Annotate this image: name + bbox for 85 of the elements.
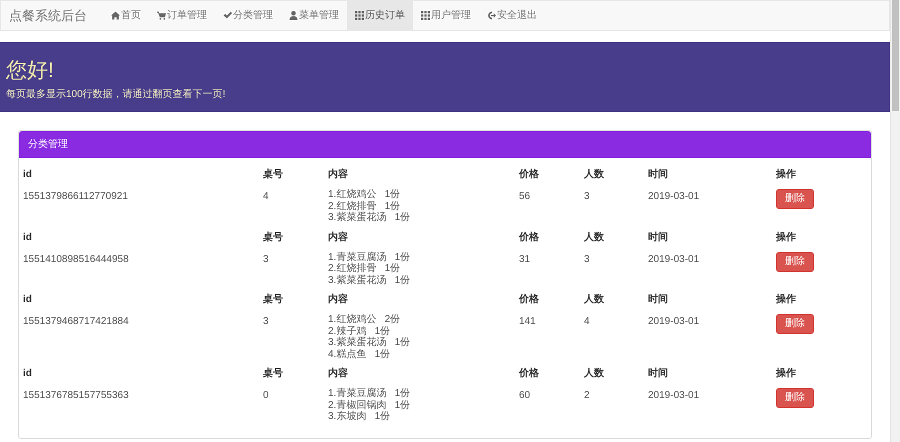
column-header: 时间 [648,230,669,244]
delete-button[interactable]: 删除 [776,314,814,334]
column-header: id [23,293,33,307]
user-icon [289,11,298,20]
order-item: 3.东坡肉 1份 [328,411,392,422]
column-header: 桌号 [263,230,284,244]
nav-link[interactable]: 用户管理 [413,1,479,30]
column-header: 操作 [776,168,797,182]
column-header: 操作 [776,230,797,244]
order-item: 1.青菜豆腐汤 1份 [328,388,412,400]
scrollbar[interactable] [890,0,900,442]
column-header: 时间 [648,168,669,182]
order-item: 1.红烧鸡公 2份 [328,314,402,326]
column-header: 时间 [648,292,669,307]
grid-icon [421,11,430,20]
banner-subtitle: 每页最多显示100行数据，请通过翻页查看下一页! [6,88,226,102]
table-cell-text: 1551410898516444958 [23,252,130,266]
table-cell-text: 2019-03-01 [648,315,700,329]
table-cell-text: 60 [519,389,532,403]
column-header: 内容 [328,292,349,307]
table-cell-text: 1551379468717421884 [23,315,130,329]
column-header: 内容 [328,366,349,381]
table-cell-text: 3 [263,315,270,329]
panel-heading: 分类管理 [19,131,871,158]
banner-title: 您好! [6,58,55,84]
column-header: id [23,168,33,182]
table-cell-text: 2019-03-01 [648,389,700,403]
column-header: id [23,367,33,381]
column-header: 桌号 [263,366,284,381]
home-icon [111,11,120,20]
column-header: 内容 [328,167,349,182]
order-item: 2.辣子鸡 1份 [328,326,392,336]
table-cell-text: 2019-03-01 [648,190,700,204]
table-cell-text: 2019-03-01 [648,252,700,266]
column-header: 操作 [776,292,797,307]
table-cell-text: 141 [519,315,537,329]
table-cell-text: 3 [584,190,591,204]
table-cell-text: 56 [519,190,532,204]
column-header: 价格 [519,230,540,244]
check-icon [223,11,232,20]
column-header: 人数 [584,366,605,381]
table-cell-text: 3 [584,252,591,266]
delete-button[interactable]: 删除 [776,388,814,408]
delete-button[interactable]: 删除 [776,189,814,209]
column-header: 操作 [776,366,797,381]
order-item: 4.糕点鱼 1份 [328,348,392,360]
table-cell-text: 3 [263,252,270,266]
order-item: 2.红烧排骨 1份 [328,263,402,274]
column-header: id [23,230,33,244]
logout-icon [487,11,496,20]
nav-link[interactable]: 首页 [103,1,149,30]
column-header: 桌号 [263,292,284,307]
nav-link[interactable]: 菜单管理 [281,1,347,30]
order-item: 3.紫菜蛋花汤 1份 [328,212,412,224]
nav-link[interactable]: 订单管理 [149,1,215,30]
cart-icon [157,11,166,20]
column-header: 人数 [584,230,605,244]
nav-link[interactable]: 历史订单 [347,1,413,30]
order-item: 1.红烧鸡公 1份 [328,189,402,200]
grid-icon [355,11,364,20]
scrollbar-thumb[interactable] [892,0,899,111]
brand-title[interactable]: 点餐系统后台 [9,1,103,30]
nav-link[interactable]: 安全退出 [479,1,545,30]
order-item: 2.青椒回锅肉 1份 [328,400,412,410]
table-cell-text: 4 [584,315,591,329]
table-cell-text: 31 [519,252,532,266]
order-item: 1.青菜豆腐汤 1份 [328,252,412,262]
column-header: 人数 [584,292,605,307]
column-header: 价格 [519,366,540,381]
column-header: 桌号 [263,168,284,182]
column-header: 人数 [584,168,605,182]
table-cell-text: 4 [263,190,270,204]
column-header: 价格 [519,168,540,182]
column-header: 价格 [519,292,540,307]
order-item: 3.紫菜蛋花汤 1份 [328,337,412,348]
nav-link[interactable]: 分类管理 [215,1,281,30]
table-cell-text: 2 [584,389,591,403]
table-cell-text: 1551379866112770921 [23,190,129,204]
table-cell-text: 0 [263,389,270,403]
delete-button[interactable]: 删除 [776,252,814,272]
column-header: 时间 [648,366,669,381]
order-item: 2.红烧排骨 1份 [328,200,402,212]
column-header: 内容 [328,230,349,244]
table-cell-text: 1551376785157755363 [23,389,130,403]
order-item: 3.紫菜蛋花汤 1份 [328,274,412,286]
